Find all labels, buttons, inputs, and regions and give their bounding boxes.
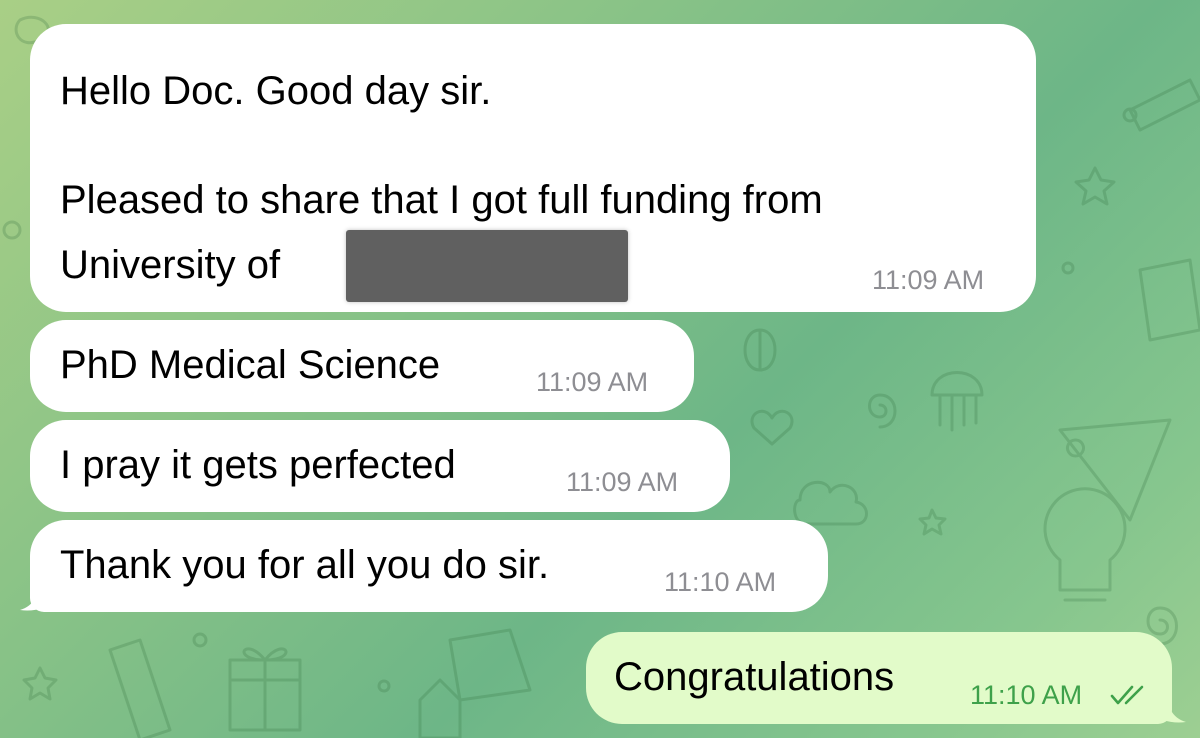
message-time: 11:10 AM xyxy=(970,680,1083,710)
message-bubble[interactable]: I pray it gets perfected 11:09 AM xyxy=(30,420,730,512)
double-check-icon xyxy=(1110,685,1144,705)
message-time: 11:10 AM xyxy=(664,567,777,597)
message-text: I pray it gets perfected xyxy=(60,443,456,487)
message-time: 11:09 AM xyxy=(536,367,649,397)
message-bubble[interactable]: PhD Medical Science 11:09 AM xyxy=(30,320,694,412)
message-line: University of xyxy=(60,243,281,287)
message-line: Hello Doc. Good day sir. xyxy=(60,69,492,113)
message-bubble[interactable]: Congratulations 11:10 AM xyxy=(586,632,1172,724)
message-line: Pleased to share that I got full funding… xyxy=(60,178,823,222)
message-bubble[interactable]: Thank you for all you do sir. 11:10 AM xyxy=(30,520,828,612)
redacted-block xyxy=(346,230,628,302)
message-text: PhD Medical Science xyxy=(60,343,441,387)
message-bubble[interactable]: Hello Doc. Good day sir. Pleased to shar… xyxy=(30,24,1036,312)
chat-background: Hello Doc. Good day sir. Pleased to shar… xyxy=(0,0,1200,738)
message-time: 11:09 AM xyxy=(566,467,679,497)
message-time: 11:09 AM xyxy=(872,265,985,295)
message-text: Congratulations xyxy=(614,655,895,699)
message-text: Thank you for all you do sir. xyxy=(60,543,550,587)
